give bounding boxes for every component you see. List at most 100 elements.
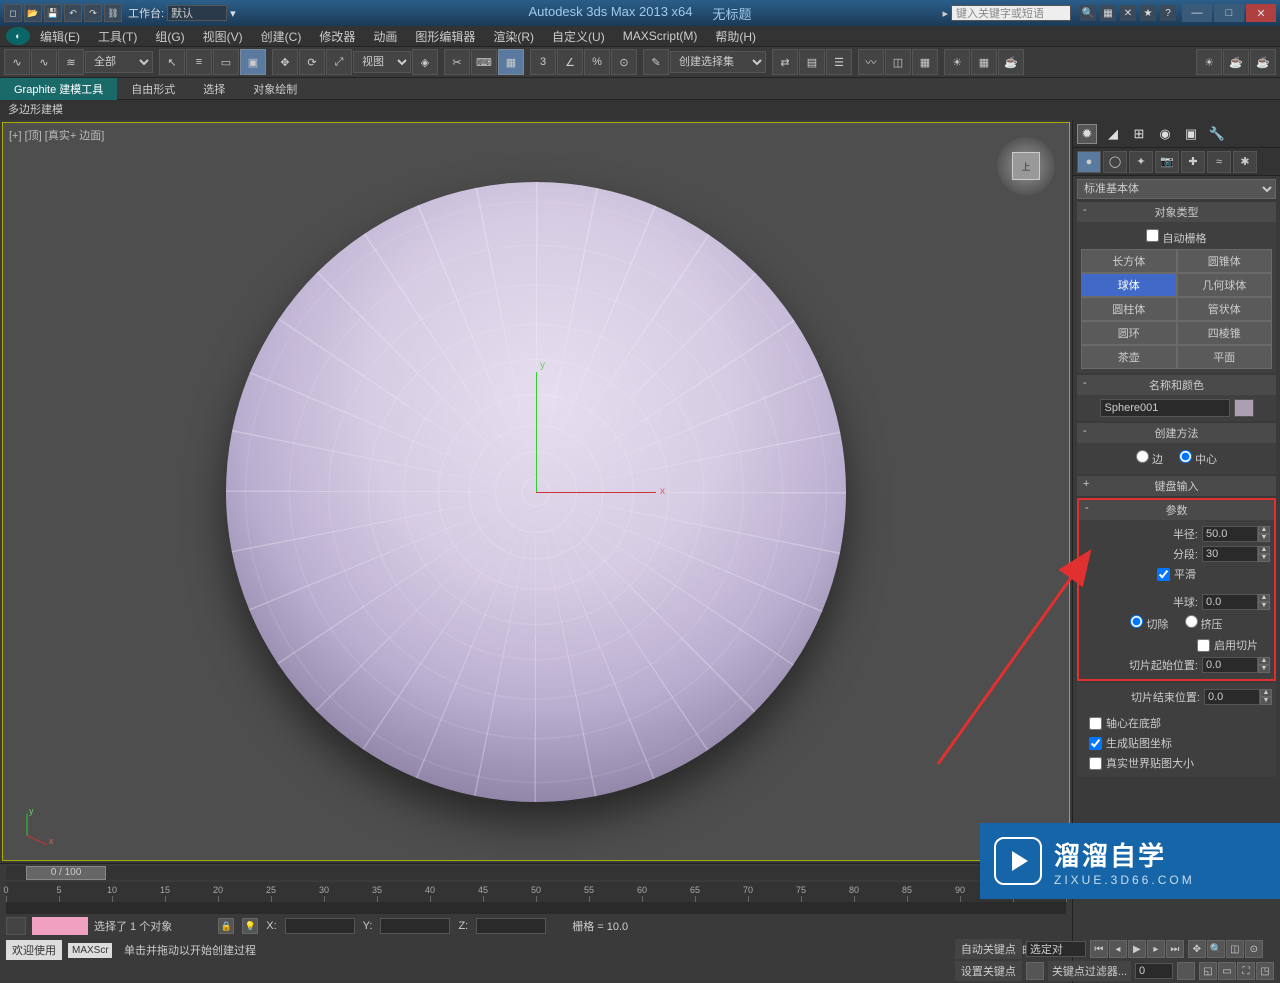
render-prod-icon[interactable]: ☕ [998,49,1024,75]
maxscript-label[interactable]: MAXScr [68,943,112,958]
move-icon[interactable]: ✥ [272,49,298,75]
key-filters-button[interactable]: 关键点过滤器... [1048,961,1131,981]
chevron-down-icon[interactable]: ▾ [230,7,236,20]
nav-fov-icon[interactable]: ◫ [1226,940,1244,958]
menu-modifiers[interactable]: 修改器 [311,26,363,47]
menu-customize[interactable]: 自定义(U) [544,26,613,47]
obj-btn-圆柱体[interactable]: 圆柱体 [1081,297,1177,321]
segs-up[interactable]: ▲ [1258,546,1270,554]
close-button[interactable]: ✕ [1246,4,1276,22]
create-tab-icon[interactable]: ✹ [1077,124,1097,144]
isolate-icon[interactable]: 💡 [242,918,258,934]
edit-named-sel-icon[interactable]: ✎ [643,49,669,75]
object-type-header[interactable]: 对象类型 [1077,202,1276,222]
radius-input[interactable] [1202,526,1258,542]
save-icon[interactable]: 💾 [44,4,62,22]
nav-zoom-ext-icon[interactable]: ◱ [1199,962,1217,980]
lock-icon[interactable]: 🔒 [218,918,234,934]
undo-icon[interactable]: ↶ [64,4,82,22]
menu-edit[interactable]: 编辑(E) [32,26,88,47]
status-config-icon[interactable] [6,917,26,935]
rotate-icon[interactable]: ⟳ [299,49,325,75]
coord-x-input[interactable] [285,918,355,934]
obj-btn-平面[interactable]: 平面 [1177,345,1273,369]
menu-create[interactable]: 创建(C) [253,26,310,47]
tab-freeform[interactable]: 自由形式 [117,78,189,100]
time-config-icon[interactable] [1177,962,1195,980]
nav-max-icon[interactable]: ⛶ [1237,962,1255,980]
app-menu-button[interactable]: ◐ [6,27,30,45]
coord-y-input[interactable] [380,918,450,934]
key-tangent-dropdown[interactable] [1026,941,1086,957]
open-icon[interactable]: 📂 [24,4,42,22]
nav-extra-icon[interactable]: ◳ [1256,962,1274,980]
schematic-view-icon[interactable]: ◫ [885,49,911,75]
time-ruler[interactable]: 0510152025303540455055606570758085909510… [6,882,1066,902]
bind-space-warp-icon[interactable]: ≋ [58,49,84,75]
select-by-name-icon[interactable]: ≡ [186,49,212,75]
coord-z-input[interactable] [476,918,546,934]
rect-select-icon[interactable]: ▭ [213,49,239,75]
layer-mgr-icon[interactable]: ☰ [826,49,852,75]
hierarchy-tab-icon[interactable]: ⊞ [1129,124,1149,144]
obj-btn-球体[interactable]: 球体 [1081,273,1177,297]
autokey-button[interactable]: 自动关键点 [955,939,1022,959]
viewcube[interactable]: 上 [997,137,1055,195]
play-icon[interactable]: ▶ [1128,940,1146,958]
keyboard-shortcut-icon[interactable]: ⌨ [471,49,497,75]
hemisphere-input[interactable] [1202,594,1258,610]
shapes-icon[interactable]: ◯ [1103,151,1127,173]
nav-pan-icon[interactable]: ✥ [1188,940,1206,958]
render2-icon[interactable]: ☕ [1223,49,1249,75]
tab-paint[interactable]: 对象绘制 [239,78,311,100]
edge-radio[interactable]: 边 [1136,450,1163,467]
radius-up[interactable]: ▲ [1258,526,1270,534]
viewcube-face[interactable]: 上 [1012,152,1040,180]
selection-lock-icon[interactable] [32,917,88,935]
goto-start-icon[interactable]: ⏮ [1090,940,1108,958]
slice-on-checkbox[interactable] [1197,639,1210,652]
help-search-input[interactable] [951,5,1071,21]
helpers-icon[interactable]: ✚ [1181,151,1205,173]
menu-animation[interactable]: 动画 [365,26,405,47]
menu-views[interactable]: 视图(V) [195,26,251,47]
new-icon[interactable]: ◻ [4,4,22,22]
squash-radio[interactable]: 挤压 [1185,615,1223,632]
generate-uv-checkbox[interactable] [1089,737,1102,750]
next-frame-icon[interactable]: ▸ [1147,940,1165,958]
obj-btn-长方体[interactable]: 长方体 [1081,249,1177,273]
select-object-icon[interactable]: ↖ [159,49,185,75]
segs-down[interactable]: ▼ [1258,554,1270,562]
link-tool-icon[interactable]: ∿ [4,49,30,75]
menu-help[interactable]: 帮助(H) [707,26,764,47]
exchange-icon[interactable]: ✕ [1120,5,1136,21]
geometry-icon[interactable]: ● [1077,151,1101,173]
smooth-checkbox[interactable] [1157,568,1170,581]
obj-btn-管状体[interactable]: 管状体 [1177,297,1273,321]
viewport-label[interactable]: [+] [顶] [真实+ 边面] [9,127,104,143]
trackbar[interactable] [6,902,1066,914]
align-icon[interactable]: ▤ [799,49,825,75]
display-tab-icon[interactable]: ▣ [1181,124,1201,144]
creation-method-header[interactable]: 创建方法 [1077,423,1276,443]
autogrid-checkbox[interactable] [1146,229,1159,242]
obj-btn-圆环[interactable]: 圆环 [1081,321,1177,345]
lights-icon[interactable]: ✦ [1129,151,1153,173]
prev-frame-icon[interactable]: ◂ [1109,940,1127,958]
snap-toggle-icon[interactable]: ▦ [498,49,524,75]
menu-group[interactable]: 组(G) [147,26,192,47]
spacewarps-icon[interactable]: ≈ [1207,151,1231,173]
category-dropdown[interactable]: 标准基本体 [1077,179,1276,199]
render-icon[interactable]: ☀ [1196,49,1222,75]
real-world-checkbox[interactable] [1089,757,1102,770]
obj-btn-四棱锥[interactable]: 四棱锥 [1177,321,1273,345]
radius-down[interactable]: ▼ [1258,534,1270,542]
render-setup-icon[interactable]: ☀ [944,49,970,75]
viewport-top[interactable]: [+] [顶] [真实+ 边面] x y x y 上 [2,122,1070,861]
window-crossing-icon[interactable]: ▣ [240,49,266,75]
scale-icon[interactable]: ⤢ [326,49,352,75]
selection-filter[interactable]: 全部 [85,51,153,73]
goto-end-icon[interactable]: ⏭ [1166,940,1184,958]
obj-btn-圆锥体[interactable]: 圆锥体 [1177,249,1273,273]
workspace-value[interactable] [167,5,227,21]
